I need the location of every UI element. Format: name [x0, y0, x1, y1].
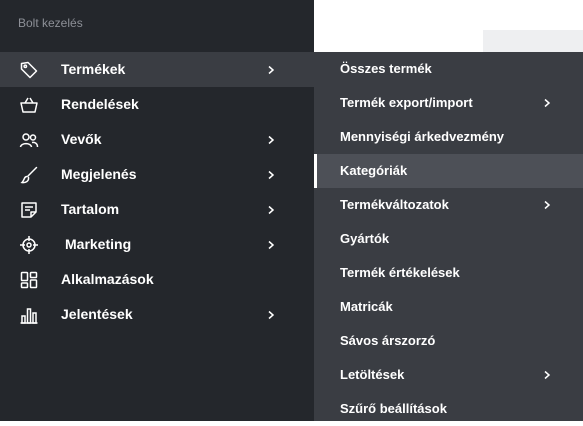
submenu-item-letoltesek[interactable]: Letöltések	[314, 358, 583, 392]
sidebar-item-rendelesek[interactable]: Rendelések	[0, 87, 314, 122]
sidebar-item-megjelenes[interactable]: Megjelenés	[0, 157, 314, 192]
sidebar-header: Bolt kezelés	[18, 16, 83, 30]
submenu-item-savos-arszorzo[interactable]: Sávos árszorzó	[314, 324, 583, 358]
sidebar-item-alkalmazasok[interactable]: Alkalmazások	[0, 262, 314, 297]
chevron-right-icon	[266, 170, 276, 180]
sidebar-item-vevok[interactable]: Vevők	[0, 122, 314, 157]
chevron-right-icon	[266, 65, 276, 75]
users-icon	[19, 130, 39, 150]
submenu-item-termekvaltozatok[interactable]: Termékváltozatok	[314, 188, 583, 222]
sidebar-item-termekek[interactable]: Termékek	[0, 52, 314, 87]
sidebar-item-label: Marketing	[65, 236, 132, 252]
brush-icon	[19, 165, 39, 185]
target-icon	[19, 235, 39, 255]
chevron-right-icon	[266, 240, 276, 250]
basket-icon	[19, 95, 39, 115]
document-icon	[19, 200, 39, 220]
sidebar-item-label: Megjelenés	[61, 166, 137, 182]
chevron-right-icon	[542, 200, 552, 210]
submenu-item-label: Összes termék	[340, 61, 432, 76]
submenu-item-label: Termék export/import	[340, 95, 473, 110]
submenu-item-label: Kategóriák	[340, 163, 408, 178]
apps-grid-icon	[19, 270, 39, 290]
submenu-item-mennyisegi-arkedvezmeny[interactable]: Mennyiségi árkedvezmény	[314, 120, 583, 154]
sidebar-item-marketing[interactable]: Marketing	[0, 227, 314, 262]
sidebar-item-label: Vevők	[61, 131, 102, 147]
main-content-strip	[483, 30, 583, 52]
submenu-item-label: Letöltések	[340, 367, 405, 382]
submenu-item-label: Sávos árszorzó	[340, 333, 436, 348]
submenu-item-label: Gyártók	[340, 231, 390, 246]
chevron-right-icon	[266, 205, 276, 215]
sidebar-item-label: Jelentések	[61, 306, 133, 322]
submenu-item-label: Termék értékelések	[340, 265, 460, 280]
submenu-item-label: Termékváltozatok	[340, 197, 449, 212]
submenu-item-matricak[interactable]: Matricák	[314, 290, 583, 324]
submenu-item-kategoriak[interactable]: Kategóriák	[314, 154, 583, 188]
sidebar-item-jelentesek[interactable]: Jelentések	[0, 297, 314, 332]
chevron-right-icon	[266, 310, 276, 320]
sidebar-item-label: Termékek	[61, 61, 126, 77]
submenu-item-label: Mennyiségi árkedvezmény	[340, 129, 505, 144]
sidebar: Bolt kezelés Termékek Rendelések Vevők M…	[0, 0, 314, 421]
sidebar-item-label: Alkalmazások	[61, 271, 154, 287]
bar-chart-icon	[19, 305, 39, 325]
chevron-right-icon	[266, 135, 276, 145]
products-submenu: Összes termék Termék export/import Menny…	[314, 52, 583, 421]
sidebar-item-tartalom[interactable]: Tartalom	[0, 192, 314, 227]
submenu-item-termek-export-import[interactable]: Termék export/import	[314, 86, 583, 120]
sidebar-item-label: Rendelések	[61, 96, 139, 112]
sidebar-item-label: Tartalom	[61, 201, 120, 217]
submenu-item-gyartok[interactable]: Gyártók	[314, 222, 583, 256]
chevron-right-icon	[542, 98, 552, 108]
submenu-item-label: Matricák	[340, 299, 393, 314]
submenu-item-termek-ertekelesek[interactable]: Termék értékelések	[314, 256, 583, 290]
submenu-item-osszes-termek[interactable]: Összes termék	[314, 52, 583, 86]
submenu-item-label: Szűrő beállítások	[340, 401, 447, 416]
chevron-right-icon	[542, 370, 552, 380]
tag-icon	[19, 60, 39, 80]
